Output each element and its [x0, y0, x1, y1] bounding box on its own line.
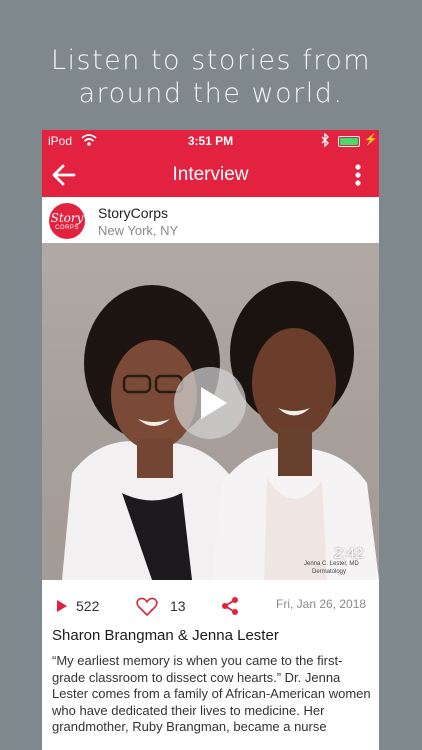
share-icon: [222, 597, 238, 615]
play-icon: [201, 387, 227, 419]
share-button[interactable]: [220, 596, 240, 621]
nav-bar: Interview: [42, 152, 379, 197]
like-count: 13: [170, 598, 186, 614]
story-date: Fri, Jan 26, 2018: [276, 597, 367, 611]
tagline-line-1: Listen to stories from: [50, 45, 372, 76]
battery-icon: [338, 136, 360, 147]
story-stats-bar: 522 13 Fri, Jan 26, 2018: [42, 588, 379, 624]
play-count-icon: [56, 599, 68, 618]
story-title: Sharon Brangman & Jenna Lester: [52, 627, 279, 644]
page-title: Interview: [172, 164, 249, 185]
interview-photo[interactable]: Jenna C. Lester, MD Dermatology 2:42: [42, 243, 379, 580]
logo-text-corps: CORPS: [55, 225, 79, 231]
tagline-line-2: around the world.: [78, 78, 344, 109]
organization-header[interactable]: Story CORPS StoryCorps New York, NY: [42, 197, 379, 243]
story-description: “My earliest memory is when you came to …: [52, 653, 371, 734]
more-vertical-icon: [355, 164, 361, 186]
audio-duration: 2:42: [334, 545, 364, 562]
bluetooth-icon: [321, 132, 330, 150]
like-button[interactable]: [136, 597, 158, 622]
status-bar: iPod 3:51 PM ⚡: [42, 130, 379, 152]
play-button[interactable]: [174, 367, 246, 439]
charging-icon: ⚡: [364, 134, 378, 146]
logo-text-story: Story: [50, 211, 84, 225]
heart-icon: [136, 597, 158, 616]
tagline: Listen to stories from around the world.: [0, 44, 422, 110]
organization-name[interactable]: StoryCorps: [98, 205, 168, 221]
organization-logo[interactable]: Story CORPS: [49, 203, 85, 239]
phone-screen: iPod 3:51 PM ⚡ Interview Story CORPS Sto…: [42, 130, 379, 750]
organization-location: New York, NY: [98, 223, 179, 238]
svg-text:Dermatology: Dermatology: [312, 569, 346, 575]
more-options-button[interactable]: [348, 160, 368, 190]
play-count: 522: [76, 598, 100, 614]
